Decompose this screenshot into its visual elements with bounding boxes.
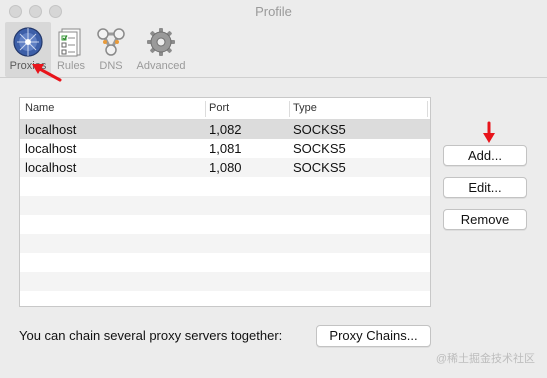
table-row[interactable]: localhost 1,081 SOCKS5 [20,139,430,158]
annotation-arrow-proxies [32,64,62,82]
empty-row [20,215,430,234]
proxy-table[interactable]: Name Port Type localhost 1,082 SOCKS5 lo… [19,97,431,307]
profile-window: Profile Proxies Rules DNS Advanced Name … [0,0,547,378]
column-divider [205,101,206,117]
dns-nodes-icon [95,26,127,58]
proxy-chains-button[interactable]: Proxy Chains... [316,325,431,347]
cell-type: SOCKS5 [293,141,346,156]
table-row[interactable]: localhost 1,080 SOCKS5 [20,158,430,177]
cell-type: SOCKS5 [293,160,346,175]
window-title: Profile [255,4,292,19]
column-header-type[interactable]: Type [293,102,317,114]
table-row[interactable]: localhost 1,082 SOCKS5 [20,120,430,139]
cell-port: 1,082 [209,122,242,137]
column-divider [427,101,428,117]
empty-row [20,253,430,272]
empty-row [20,234,430,253]
table-header: Name Port Type [20,98,430,120]
checklist-icon [55,26,87,58]
empty-row [20,177,430,196]
tab-advanced[interactable]: Advanced [132,22,190,77]
tab-dns-label: DNS [99,60,123,72]
tab-advanced-label: Advanced [136,60,186,72]
annotation-arrow-add [483,121,495,143]
cell-type: SOCKS5 [293,122,346,137]
edit-button[interactable]: Edit... [443,177,527,198]
remove-button[interactable]: Remove [443,209,527,230]
add-button[interactable]: Add... [443,145,527,166]
column-divider [289,101,290,117]
cell-port: 1,080 [209,160,242,175]
table-body: localhost 1,082 SOCKS5 localhost 1,081 S… [20,120,430,291]
cell-name: localhost [25,160,77,175]
watermark: @稀土掘金技术社区 [435,353,535,365]
titlebar: Profile [0,0,547,24]
cell-port: 1,081 [209,141,242,156]
globe-network-icon [12,26,44,58]
cell-name: localhost [25,141,77,156]
column-header-name[interactable]: Name [25,102,54,114]
cell-name: localhost [25,122,77,137]
empty-row [20,272,430,291]
gear-icon [145,26,177,58]
proxy-chain-description: You can chain several proxy servers toge… [19,328,283,343]
empty-row [20,196,430,215]
tab-dns[interactable]: DNS [92,22,130,77]
toolbar: Proxies Rules DNS Advanced [0,22,547,78]
column-header-port[interactable]: Port [209,102,229,114]
